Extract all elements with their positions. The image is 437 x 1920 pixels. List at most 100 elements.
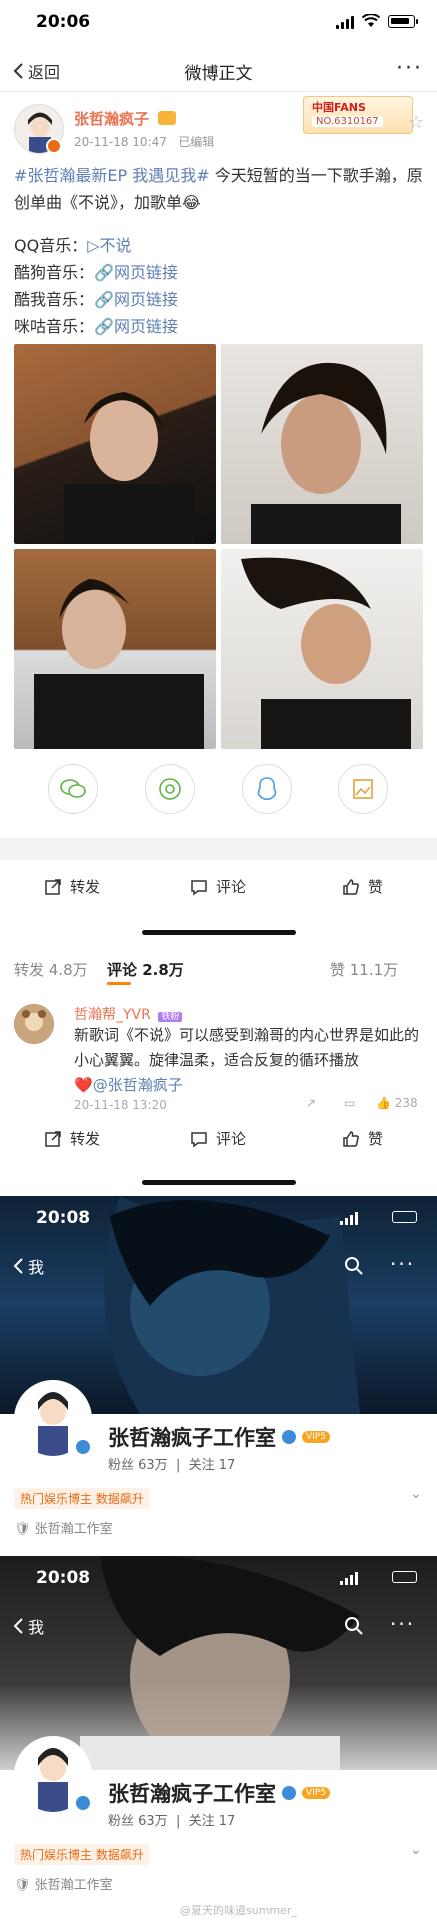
- profile2-name-row: 张哲瀚疯子工作室 VIP5: [108, 1778, 330, 1808]
- author-name[interactable]: 张哲瀚疯子: [74, 108, 149, 129]
- chevron-left-icon: [13, 1618, 23, 1634]
- profile1-time: 20:08: [36, 1208, 91, 1228]
- post-text: #张哲瀚最新EP 我遇见我# 今天短暂的当一下歌手瀚，原创单曲《不说》，加歌单😂: [14, 162, 426, 216]
- profile1-hot-badge: 热门娱乐博主 数据飙升: [14, 1488, 150, 1509]
- comment-date: 20-11-18 13:20: [74, 1098, 167, 1112]
- tab-reposts[interactable]: 转发 4.8万: [14, 959, 88, 980]
- post-date: 20-11-18 10:47: [74, 135, 167, 149]
- comment-like[interactable]: 👍 238: [376, 1096, 418, 1110]
- comment-button-2[interactable]: 评论: [190, 1128, 246, 1149]
- kuwo-line: 酷我音乐：🔗网页链接: [14, 290, 178, 309]
- commenter-avatar[interactable]: [14, 1004, 54, 1044]
- repost-button[interactable]: 转发: [44, 876, 100, 897]
- fans-count[interactable]: 粉丝 63万: [108, 1458, 168, 1473]
- profile2-verify: 🛡 张哲瀚工作室: [14, 1878, 113, 1893]
- verified-icon: [74, 1438, 92, 1456]
- kugou-link[interactable]: 🔗网页链接: [94, 263, 178, 282]
- thumbs-up-icon: [343, 1130, 359, 1147]
- comment-icon: [191, 1131, 207, 1147]
- expand-chevron-icon[interactable]: ⌄: [410, 1842, 422, 1858]
- home-indicator: [142, 930, 296, 935]
- expand-chevron-icon[interactable]: ⌄: [410, 1486, 422, 1502]
- profile1-name: 张哲瀚疯子工作室: [108, 1426, 276, 1450]
- battery-icon: [392, 1211, 417, 1223]
- hashtag-link[interactable]: #张哲瀚最新EP 我遇见我#: [14, 166, 210, 185]
- kugou-line: 酷狗音乐：🔗网页链接: [14, 263, 178, 282]
- post-photo-2[interactable]: [221, 344, 423, 544]
- more-icon[interactable]: ···: [390, 1252, 415, 1276]
- section-divider: [0, 838, 437, 860]
- post-photo-4[interactable]: [221, 549, 423, 749]
- heart-emoji: ❤️: [74, 1076, 93, 1094]
- more-button[interactable]: ···: [396, 56, 423, 81]
- profile2-name: 张哲瀚疯子工作室: [108, 1782, 276, 1806]
- save-image-icon[interactable]: [338, 764, 388, 814]
- fans-count[interactable]: 粉丝 63万: [108, 1814, 168, 1829]
- mention-link[interactable]: @张哲瀚疯子: [93, 1076, 183, 1094]
- fans-badge-number: NO.6310167: [312, 116, 383, 127]
- vip-badge: VIP5: [302, 1431, 330, 1443]
- kuwo-link[interactable]: 🔗网页链接: [94, 290, 178, 309]
- battery-icon: [392, 1571, 417, 1583]
- action-bar: 转发 评论 赞: [0, 862, 437, 912]
- watermark: @夏天的味道summer_: [180, 1904, 297, 1917]
- profile2-hot-badge: 热门娱乐博主 数据飙升: [14, 1844, 150, 1865]
- tab-likes[interactable]: 赞 11.1万: [330, 959, 398, 980]
- profile-card-1: 张哲瀚疯子工作室 VIP5 粉丝 63万 | 关注 17 热门娱乐博主 数据飙升…: [0, 1380, 437, 1556]
- fans-badge: 中国FANS NO.6310167: [303, 96, 413, 134]
- share-row: [0, 764, 437, 834]
- follow-count[interactable]: 关注 17: [189, 1458, 236, 1473]
- follow-count[interactable]: 关注 17: [189, 1814, 236, 1829]
- comment-icon: [191, 879, 207, 895]
- battery-icon: [388, 15, 418, 28]
- page-title: 微博正文: [184, 64, 253, 84]
- moments-share-icon[interactable]: [145, 764, 195, 814]
- post-meta: 20-11-18 10:47 已编辑: [74, 133, 214, 150]
- fan-tag: 铁粉: [158, 1012, 183, 1022]
- home-indicator-2: [142, 1180, 296, 1185]
- profile1-verify: 🛡 张哲瀚工作室: [14, 1522, 113, 1537]
- thumbs-up-icon: [343, 878, 359, 895]
- profile1-name-row: 张哲瀚疯子工作室 VIP5: [108, 1422, 330, 1452]
- comment-tabs: 转发 4.8万 评论 2.8万 赞 11.1万: [0, 955, 437, 991]
- qq-line: QQ音乐：▷不说: [14, 236, 132, 255]
- like-button[interactable]: 赞: [342, 876, 383, 897]
- profile2-back-button[interactable]: 我: [12, 1614, 44, 1638]
- search-icon[interactable]: [344, 1616, 364, 1636]
- action-bar-2: 转发 评论 赞: [0, 1114, 437, 1164]
- profile2-time: 20:08: [36, 1568, 91, 1588]
- emoji: 😂: [182, 193, 201, 212]
- wifi-icon: [362, 14, 380, 27]
- comment-repost-icon[interactable]: ↗: [306, 1096, 316, 1110]
- repost-button-2[interactable]: 转发: [44, 1128, 100, 1149]
- comment-reply-icon[interactable]: ▭: [344, 1096, 355, 1110]
- search-icon[interactable]: [344, 1256, 364, 1276]
- verified-blue-icon: [282, 1786, 296, 1800]
- tab-indicator: [107, 982, 131, 985]
- profile1-back-button[interactable]: 我: [12, 1254, 44, 1278]
- qq-share-icon[interactable]: [242, 764, 292, 814]
- commenter-name[interactable]: 哲瀚帮_YVR 铁粉: [74, 1004, 183, 1024]
- post-photo-3[interactable]: [14, 549, 216, 749]
- verified-blue-icon: [282, 1430, 296, 1444]
- migu-link[interactable]: 🔗网页链接: [94, 317, 178, 336]
- comment-button[interactable]: 评论: [190, 876, 246, 897]
- signal-icon: [340, 1572, 358, 1585]
- migu-line: 咪咕音乐：🔗网页链接: [14, 317, 178, 336]
- star-icon[interactable]: ☆: [408, 112, 424, 133]
- status-time: 20:06: [36, 12, 91, 32]
- signal-icon: [340, 1212, 358, 1225]
- post-body: #张哲瀚最新EP 我遇见我# 今天短暂的当一下歌手瀚，原创单曲《不说》，加歌单😂…: [14, 162, 426, 340]
- wechat-share-icon[interactable]: [48, 764, 98, 814]
- comment-text: 新歌词《不说》可以感受到瀚哥的内心世界是如此的小心翼翼。旋律温柔，适合反复的循环…: [74, 1026, 420, 1094]
- profile-card-2: 张哲瀚疯子工作室 VIP5 粉丝 63万 | 关注 17 热门娱乐博主 数据飙升…: [0, 1736, 437, 1920]
- status-bar: 20:06: [0, 0, 437, 48]
- edited-label: 已编辑: [178, 135, 215, 149]
- tab-comments[interactable]: 评论 2.8万: [107, 959, 184, 980]
- more-icon[interactable]: ···: [390, 1612, 415, 1636]
- like-button-2[interactable]: 赞: [342, 1128, 383, 1149]
- verified-badge: [46, 138, 62, 154]
- qq-music-link[interactable]: ▷不说: [87, 236, 131, 255]
- comment-meta: 20-11-18 13:20 ↗ ▭ 👍 238: [74, 1096, 424, 1112]
- post-photo-1[interactable]: [14, 344, 216, 544]
